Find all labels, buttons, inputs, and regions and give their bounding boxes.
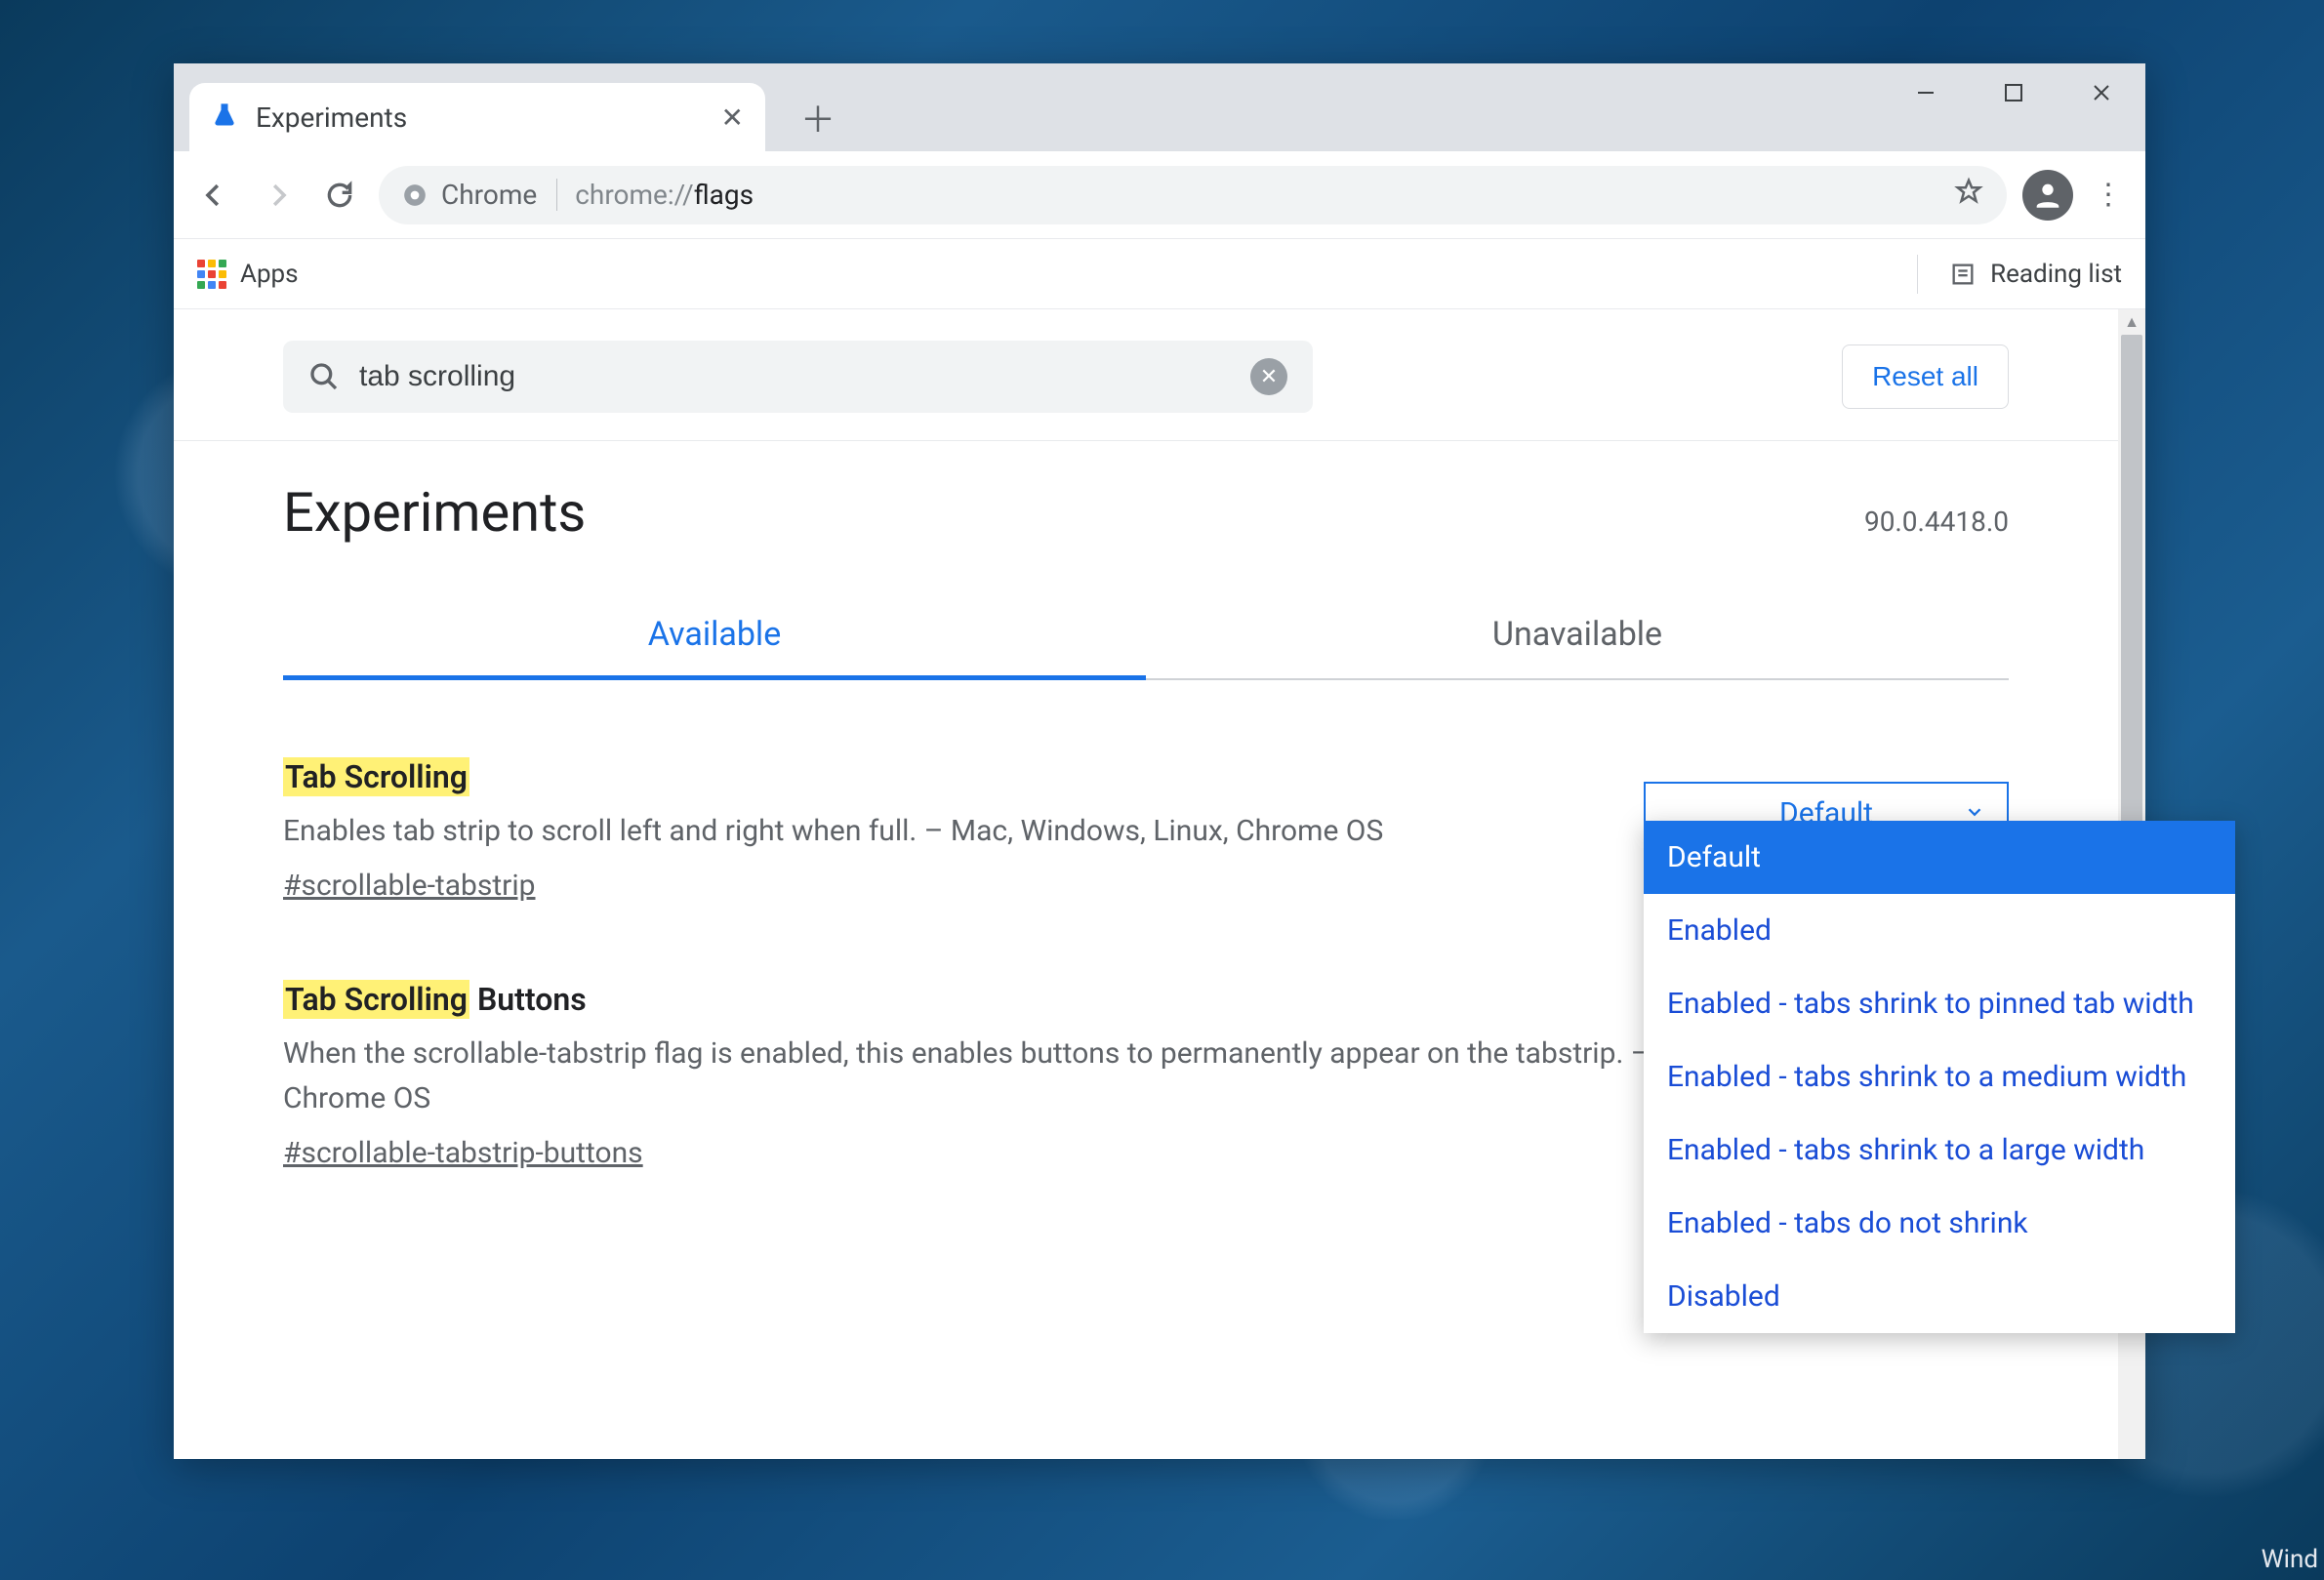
close-window-button[interactable] [2058,63,2145,122]
reading-list-label[interactable]: Reading list [1990,260,2122,289]
dropdown-option[interactable]: Default [1644,821,2235,894]
address-bar[interactable]: Chrome chrome://flags [379,166,2007,224]
flag-anchor[interactable]: #scrollable-tabstrip-buttons [283,1136,643,1170]
search-icon [308,361,340,392]
search-row: ✕ Reset all [174,309,2118,441]
close-tab-icon[interactable]: ✕ [721,101,744,134]
flag-dropdown[interactable]: DefaultEnabledEnabled - tabs shrink to p… [1644,821,2235,1333]
content-area: ✕ Reset all Experiments 90.0.4418.0 Avai… [174,309,2145,1459]
tab-unavailable[interactable]: Unavailable [1146,593,2009,680]
forward-button[interactable] [254,172,301,219]
dropdown-option[interactable]: Enabled - tabs shrink to a medium width [1644,1040,2235,1114]
url-scheme: chrome:// [575,179,694,211]
reload-button[interactable] [316,172,363,219]
search-input[interactable] [359,360,1231,393]
browser-tab-active[interactable]: Experiments ✕ [189,83,765,151]
scroll-up-icon[interactable]: ▲ [2118,309,2145,335]
divider [1917,255,1918,294]
search-box[interactable]: ✕ [283,341,1313,413]
minimize-button[interactable] [1882,63,1970,122]
watermark: Wind [2262,1545,2318,1574]
reading-list-icon[interactable] [1949,261,1977,288]
flag-title: Tab Scrolling [283,758,1605,795]
version-label: 90.0.4418.0 [1864,506,2009,538]
window-controls [1882,63,2145,122]
dropdown-option[interactable]: Disabled [1644,1260,2235,1333]
tab-available[interactable]: Available [283,593,1146,680]
flags-page: ✕ Reset all Experiments 90.0.4418.0 Avai… [174,309,2118,1459]
page-heading: Experiments [283,480,586,545]
bookmark-star-icon[interactable] [1954,177,1983,213]
tab-title: Experiments [256,101,704,134]
flag-description: Enables tab strip to scroll left and rig… [283,809,1605,855]
tabs: Available Unavailable [283,593,2009,680]
browser-window: Experiments ✕ ＋ [174,63,2145,1459]
site-chip-label: Chrome [441,179,537,211]
apps-label[interactable]: Apps [240,260,299,289]
new-tab-button[interactable]: ＋ [789,88,847,146]
flask-icon [211,101,238,133]
toolbar: Chrome chrome://flags ⋮ [174,151,2145,239]
flag-item: Tab Scrolling Enables tab strip to scrol… [283,758,2009,903]
clear-search-icon[interactable]: ✕ [1250,358,1287,395]
dropdown-option[interactable]: Enabled - tabs do not shrink [1644,1187,2235,1260]
bookmarks-bar: Apps Reading list [174,239,2145,309]
apps-icon[interactable] [197,260,226,289]
flag-anchor[interactable]: #scrollable-tabstrip [283,869,535,903]
back-button[interactable] [191,172,238,219]
site-chip: Chrome [402,179,557,211]
tab-strip: Experiments ✕ ＋ [174,63,2145,151]
dropdown-option[interactable]: Enabled - tabs shrink to a large width [1644,1114,2235,1187]
url-path: flags [694,179,754,211]
profile-avatar[interactable] [2022,170,2073,221]
reset-all-button[interactable]: Reset all [1842,344,2009,409]
dropdown-option[interactable]: Enabled - tabs shrink to pinned tab widt… [1644,967,2235,1040]
maximize-button[interactable] [1970,63,2058,122]
dropdown-option[interactable]: Enabled [1644,894,2235,967]
chrome-icon [402,182,428,208]
menu-button[interactable]: ⋮ [2089,178,2128,212]
